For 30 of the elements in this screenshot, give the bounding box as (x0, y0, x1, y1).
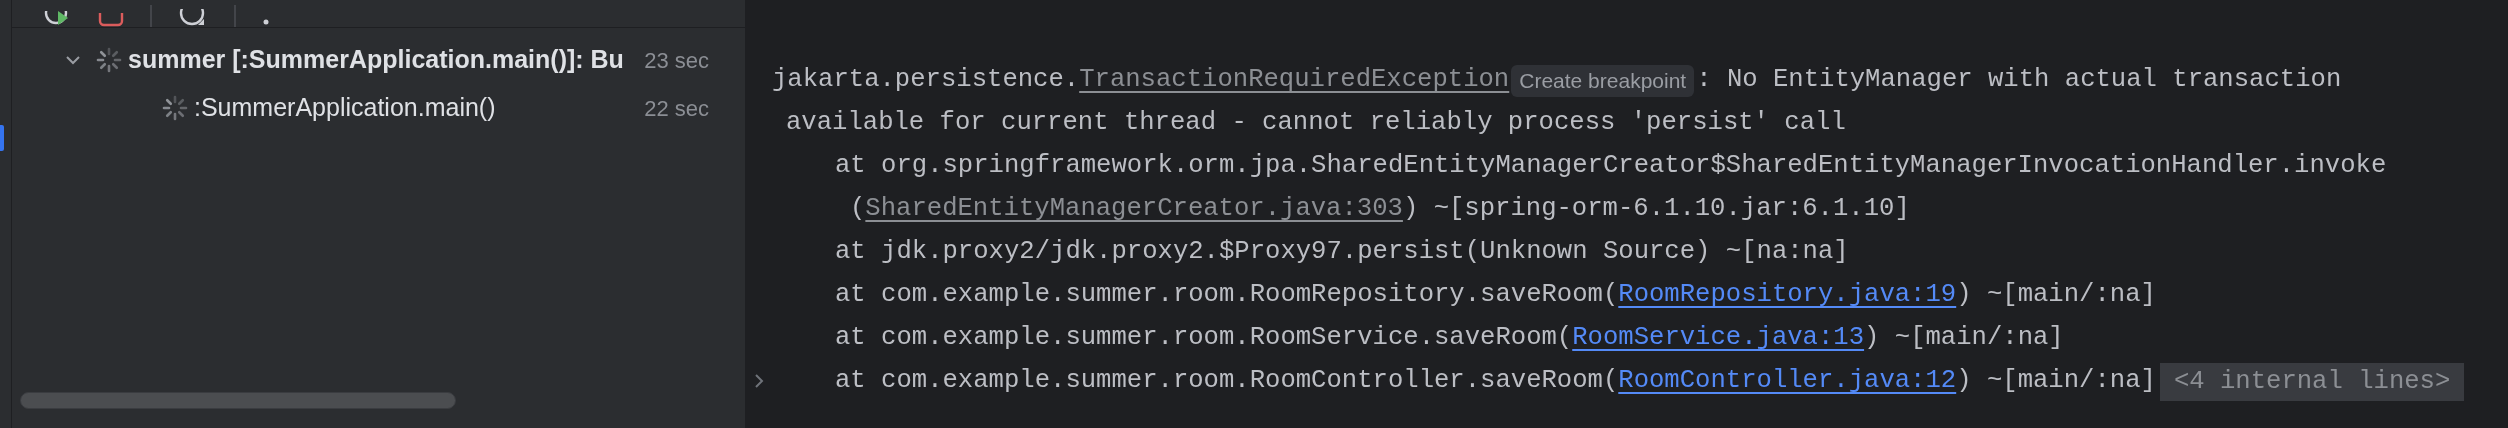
run-duration: 23 sec (644, 46, 709, 75)
run-duration: 22 sec (644, 94, 709, 123)
create-breakpoint-hint[interactable]: Create breakpoint (1511, 64, 1695, 97)
source-link[interactable]: RoomService.java:13 (1572, 319, 1865, 358)
class-link[interactable]: SharedEntityManagerCreator.java:303 (865, 190, 1403, 229)
run-label[interactable]: :SummerApplication.main() (194, 89, 641, 127)
horizontal-scrollbar[interactable] (20, 392, 456, 409)
console-text: ) ~[spring-orm-6.1.10.jar:6.1.10] (1402, 193, 1910, 226)
folded-lines-button[interactable]: <4 internal lines> (2159, 362, 2465, 401)
loading-spinner-icon (162, 95, 188, 121)
console-text: at com.example.summer.room.RoomService.saveRoom( (835, 322, 1573, 355)
console-text: available for current thread - cannot reliably process 'persist' call (786, 107, 1846, 140)
stop-icon[interactable] (98, 13, 124, 27)
source-link[interactable]: RoomRepository.java:19 (1618, 276, 1957, 315)
console-text: jakarta.persistence. (772, 64, 1080, 97)
console-text: ( (850, 193, 866, 226)
console-text: at org.springframework.orm.jpa.SharedEntityManagerCreator$SharedEntityManagerInvocationHandler.invoke (835, 150, 2387, 183)
console-text: ) ~[main/:na] (1956, 279, 2156, 312)
console-text: at com.example.summer.room.RoomRepository.saveRoom( (835, 279, 1619, 312)
active-tab-marker (0, 125, 4, 151)
console-text: ) ~[main/:na] (1864, 322, 2064, 355)
more-icon[interactable] (262, 19, 270, 27)
loading-spinner-icon (96, 47, 122, 73)
run-label[interactable]: summer [:SummerApplication.main()]: Bu (128, 41, 641, 79)
console-text: : No EntityManager with actual transaction (1696, 64, 2342, 97)
console-text: at com.example.summer.room.RoomController.saveRoom( (835, 365, 1619, 398)
console-text: at jdk.proxy2/jdk.proxy2.$Proxy97.persist(Unknown Source) ~[na:na] (835, 236, 1849, 269)
console-text: ) ~[main/:na] (1956, 365, 2156, 398)
class-link[interactable]: TransactionRequiredException (1079, 61, 1510, 100)
source-link[interactable]: RoomController.java:12 (1618, 362, 1957, 401)
